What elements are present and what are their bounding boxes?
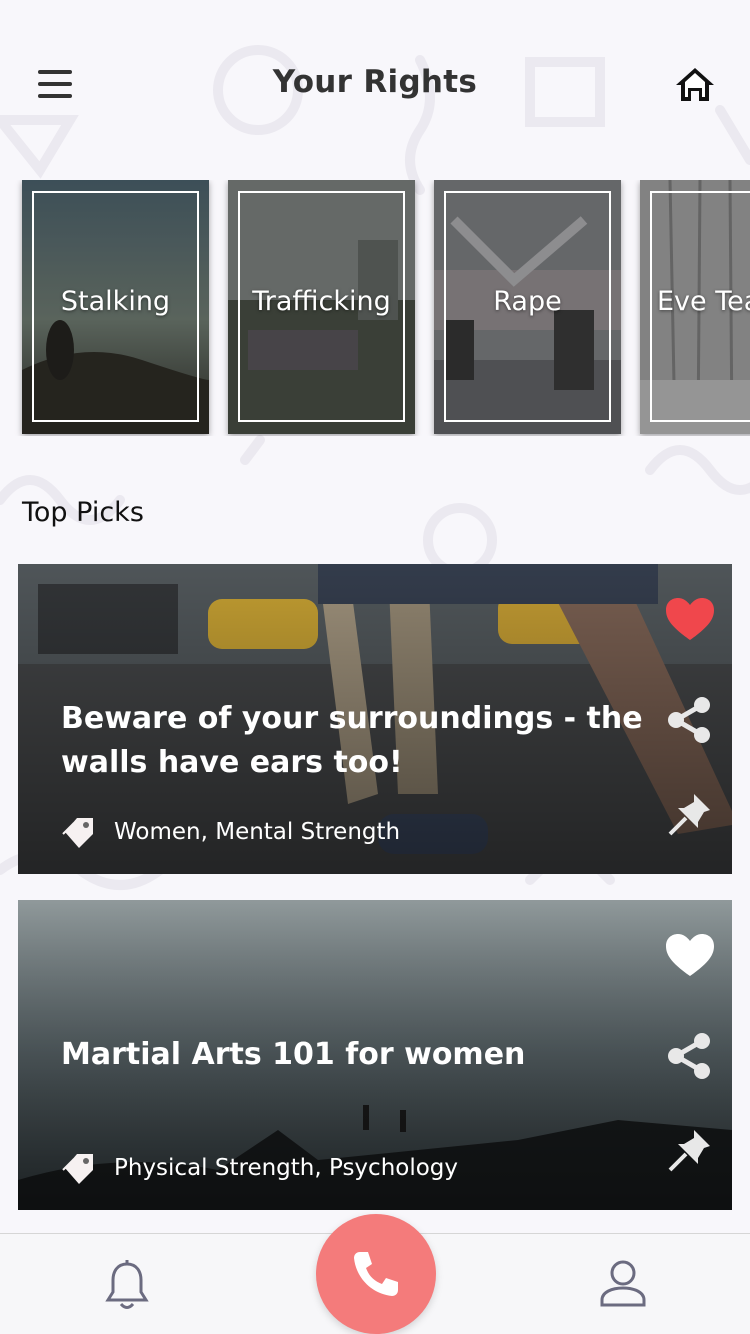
article-tags: Women, Mental Strength bbox=[61, 814, 400, 850]
tag-icon bbox=[62, 1154, 93, 1184]
hamburger-menu-icon[interactable] bbox=[30, 62, 80, 104]
article-title: Beware of your surroundings - the walls … bbox=[61, 701, 643, 780]
share-icon bbox=[668, 1033, 710, 1079]
category-card-stalking[interactable]: Stalking bbox=[22, 180, 209, 434]
user-profile-icon[interactable] bbox=[598, 1258, 648, 1308]
like-button[interactable] bbox=[664, 932, 716, 980]
tag-icon bbox=[62, 818, 93, 848]
category-label: Rape bbox=[493, 286, 562, 317]
tags-text: Physical Strength, Psychology bbox=[114, 1155, 459, 1181]
home-icon[interactable] bbox=[674, 64, 716, 104]
pin-button[interactable] bbox=[664, 1126, 716, 1174]
top-app-bar: Your Rights bbox=[0, 44, 750, 124]
tags-text: Women, Mental Strength bbox=[114, 819, 401, 845]
like-button[interactable] bbox=[664, 596, 716, 644]
top-pick-card[interactable]: Martial Arts 101 for women Physical Stre… bbox=[18, 900, 732, 1210]
share-icon bbox=[668, 697, 710, 743]
category-label: Trafficking bbox=[252, 286, 391, 317]
article-title: Martial Arts 101 for women bbox=[61, 1037, 526, 1072]
article-tags: Physical Strength, Psychology bbox=[61, 1150, 458, 1186]
pin-icon bbox=[668, 1130, 710, 1172]
category-card-eve-teasing[interactable]: Eve Teasing bbox=[640, 180, 750, 434]
category-label: Eve Teasing bbox=[657, 286, 750, 317]
category-card-rape[interactable]: Rape bbox=[434, 180, 621, 434]
share-button[interactable] bbox=[664, 696, 716, 744]
page-title: Your Rights bbox=[272, 64, 478, 100]
category-carousel[interactable]: Stalking Trafficking Rape Eve Te bbox=[0, 180, 750, 436]
heart-icon bbox=[666, 598, 714, 640]
pin-icon bbox=[668, 794, 710, 836]
heart-icon bbox=[666, 934, 714, 976]
phone-icon bbox=[354, 1252, 398, 1296]
emergency-call-button[interactable] bbox=[316, 1214, 436, 1334]
top-picks-heading: Top Picks bbox=[22, 497, 144, 528]
category-label: Stalking bbox=[60, 286, 171, 317]
category-card-trafficking[interactable]: Trafficking bbox=[228, 180, 415, 434]
pin-button[interactable] bbox=[664, 790, 716, 838]
share-button[interactable] bbox=[664, 1032, 716, 1080]
bell-icon[interactable] bbox=[105, 1258, 149, 1312]
top-pick-card[interactable]: Beware of your surroundings - the walls … bbox=[18, 564, 732, 874]
